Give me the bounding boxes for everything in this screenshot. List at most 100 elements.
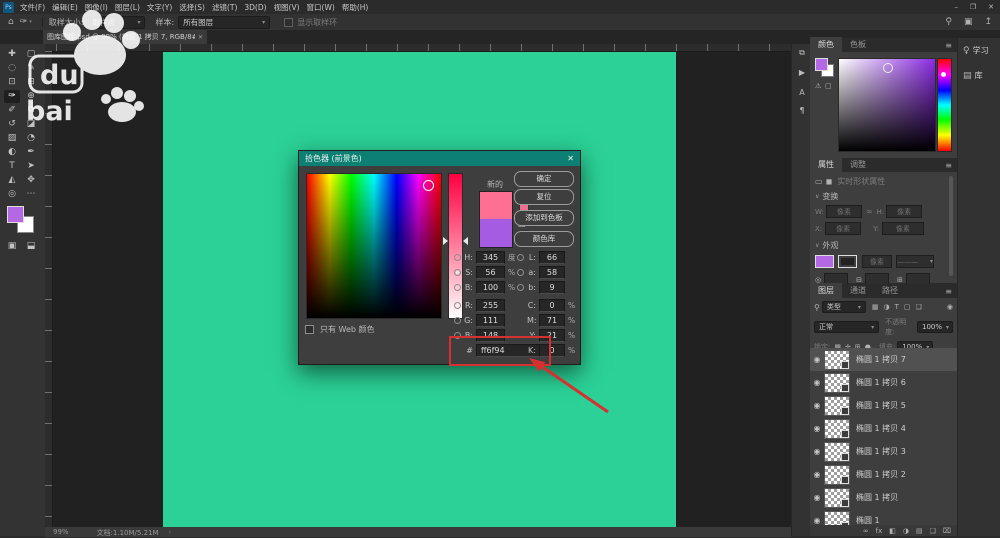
quick-selection-tool[interactable]: ✎: [23, 62, 39, 75]
menu-edit[interactable]: 编辑(E): [52, 2, 78, 13]
tool-preset-chevron-icon[interactable]: ▾: [29, 19, 32, 25]
path-selection-tool[interactable]: ➤: [23, 160, 39, 173]
web-only-checkbox[interactable]: [305, 325, 314, 334]
learn-panel-item[interactable]: ♀ 学习: [963, 45, 1000, 56]
h-radio[interactable]: [454, 254, 461, 261]
layer-name[interactable]: 椭圆 1 拷贝 3: [856, 446, 906, 457]
tab-swatches[interactable]: 色板: [842, 37, 874, 52]
appearance-collapse-icon[interactable]: ∨: [815, 242, 819, 249]
g-input[interactable]: 111: [476, 314, 505, 327]
y-field[interactable]: 像素: [882, 222, 924, 235]
zoom-level[interactable]: 99%: [53, 528, 69, 536]
new-group-icon[interactable]: ▤: [916, 527, 923, 535]
healing-brush-tool[interactable]: ⊕: [23, 90, 39, 103]
sample-dropdown[interactable]: 所有图层: [178, 16, 270, 29]
layer-thumbnail[interactable]: [824, 373, 850, 393]
close-button[interactable]: ✕: [988, 3, 994, 11]
libraries-panel-item[interactable]: ▤ 库: [963, 70, 1000, 81]
blur-tool[interactable]: ◔: [23, 132, 39, 145]
menu-filter[interactable]: 滤镜(T): [212, 2, 237, 13]
adjustment-layer-icon[interactable]: ◑: [903, 527, 909, 535]
panel-gamut-warning-icon[interactable]: ⚠: [815, 82, 821, 90]
l-input[interactable]: 66: [539, 251, 565, 264]
history-panel-icon[interactable]: ⧉: [796, 48, 808, 58]
marquee-tool[interactable]: ▢: [23, 48, 39, 61]
layer-name[interactable]: 椭圆 1 拷贝 4: [856, 423, 906, 434]
fill-color-swatch[interactable]: [815, 255, 834, 268]
hand-tool[interactable]: ✥: [23, 174, 39, 187]
layer-name[interactable]: 椭圆 1 拷贝 6: [856, 377, 906, 388]
layer-visibility-icon[interactable]: ◉: [810, 355, 824, 364]
layer-row[interactable]: ◉ 椭圆 1 拷贝: [810, 486, 957, 509]
color-libraries-button[interactable]: 颜色库: [514, 231, 574, 247]
layer-visibility-icon[interactable]: ◉: [810, 493, 824, 502]
shape-tool[interactable]: ◭: [4, 174, 20, 187]
blend-mode-dropdown[interactable]: 正常: [814, 321, 879, 333]
properties-scrollbar[interactable]: [949, 176, 953, 276]
menu-3d[interactable]: 3D(D): [244, 3, 266, 12]
restore-button[interactable]: ❐: [970, 3, 976, 11]
filter-toggle-icon[interactable]: ◉: [947, 303, 953, 311]
link-layers-icon[interactable]: ∞: [863, 527, 869, 535]
character-panel-icon[interactable]: A: [796, 88, 808, 97]
opacity-dropdown[interactable]: 100%: [917, 321, 953, 333]
frame-tool[interactable]: ⊞: [23, 76, 39, 89]
a-radio[interactable]: [517, 269, 524, 276]
color-panel-field[interactable]: [838, 58, 936, 152]
ok-button[interactable]: 确定: [514, 171, 574, 187]
eyedropper-tool[interactable]: ✑: [4, 90, 20, 103]
share-icon[interactable]: ↥: [984, 17, 992, 27]
paragraph-panel-icon[interactable]: ¶: [796, 106, 808, 115]
filter-shape-icon[interactable]: ▢: [904, 303, 911, 311]
crop-tool[interactable]: ⊡: [4, 76, 20, 89]
pen-tool[interactable]: ✒: [23, 146, 39, 159]
status-chevron-icon[interactable]: ›: [169, 528, 172, 536]
tab-paths[interactable]: 路径: [874, 283, 906, 298]
layer-row[interactable]: ◉ 椭圆 1 拷贝 7: [810, 348, 957, 371]
slider-handle-left[interactable]: [443, 237, 448, 245]
layer-visibility-icon[interactable]: ◉: [810, 470, 824, 479]
link-dimensions-icon[interactable]: ∞: [866, 207, 873, 216]
panel-foreground-swatch[interactable]: [815, 58, 828, 71]
color-field-marker[interactable]: [423, 180, 434, 191]
reset-button[interactable]: 复位: [514, 189, 574, 205]
panel-gamut-swatch-icon[interactable]: ▢: [825, 82, 832, 90]
tab-color[interactable]: 颜色: [810, 37, 842, 52]
r-radio[interactable]: [454, 302, 461, 309]
menu-select[interactable]: 选择(S): [179, 2, 205, 13]
new-layer-icon[interactable]: ❏: [930, 527, 936, 535]
stroke-type-dropdown[interactable]: ———: [896, 255, 934, 268]
s-radio[interactable]: [454, 269, 461, 276]
s-input[interactable]: 56: [476, 266, 505, 279]
search-icon[interactable]: ⚲: [945, 17, 952, 27]
b-input[interactable]: 100: [476, 281, 505, 294]
layer-visibility-icon[interactable]: ◉: [810, 401, 824, 410]
layer-name[interactable]: 椭圆 1 拷贝 5: [856, 400, 906, 411]
layer-filter-dropdown[interactable]: 类型: [822, 301, 866, 313]
tab-layers[interactable]: 图层: [810, 283, 842, 298]
properties-menu-icon[interactable]: ≡: [945, 161, 957, 172]
layer-thumbnail[interactable]: [824, 442, 850, 462]
workspace-icon[interactable]: ▣: [964, 17, 973, 27]
foreground-color-swatch[interactable]: [7, 206, 24, 223]
filter-smartobject-icon[interactable]: ❏: [916, 303, 922, 311]
tab-properties[interactable]: 属性: [810, 157, 842, 172]
eraser-tool[interactable]: ◪: [23, 118, 39, 131]
add-to-swatches-button[interactable]: 添加到色板: [514, 210, 574, 226]
a-input[interactable]: 58: [539, 266, 565, 279]
layer-name[interactable]: 椭圆 1 拷贝 7: [856, 354, 906, 365]
layer-visibility-icon[interactable]: ◉: [810, 424, 824, 433]
l-radio[interactable]: [517, 254, 524, 261]
menu-type[interactable]: 文字(Y): [147, 2, 172, 13]
c-input[interactable]: 0: [539, 299, 565, 312]
r-input[interactable]: 255: [476, 299, 505, 312]
move-tool[interactable]: ✚: [4, 48, 20, 61]
quick-mask-icon[interactable]: ▣: [4, 240, 20, 253]
document-tab[interactable]: 图库图标.psd @ 99% (椭圆 1 拷贝 7, RGB/8#) * ✕: [43, 30, 207, 44]
gradient-tool[interactable]: ▨: [4, 132, 20, 145]
menu-help[interactable]: 帮助(H): [342, 2, 369, 13]
hue-slider-marker[interactable]: [941, 72, 946, 77]
menu-image[interactable]: 图像(I): [85, 2, 108, 13]
lab-b-radio[interactable]: [517, 284, 524, 291]
layers-menu-icon[interactable]: ≡: [945, 287, 957, 298]
